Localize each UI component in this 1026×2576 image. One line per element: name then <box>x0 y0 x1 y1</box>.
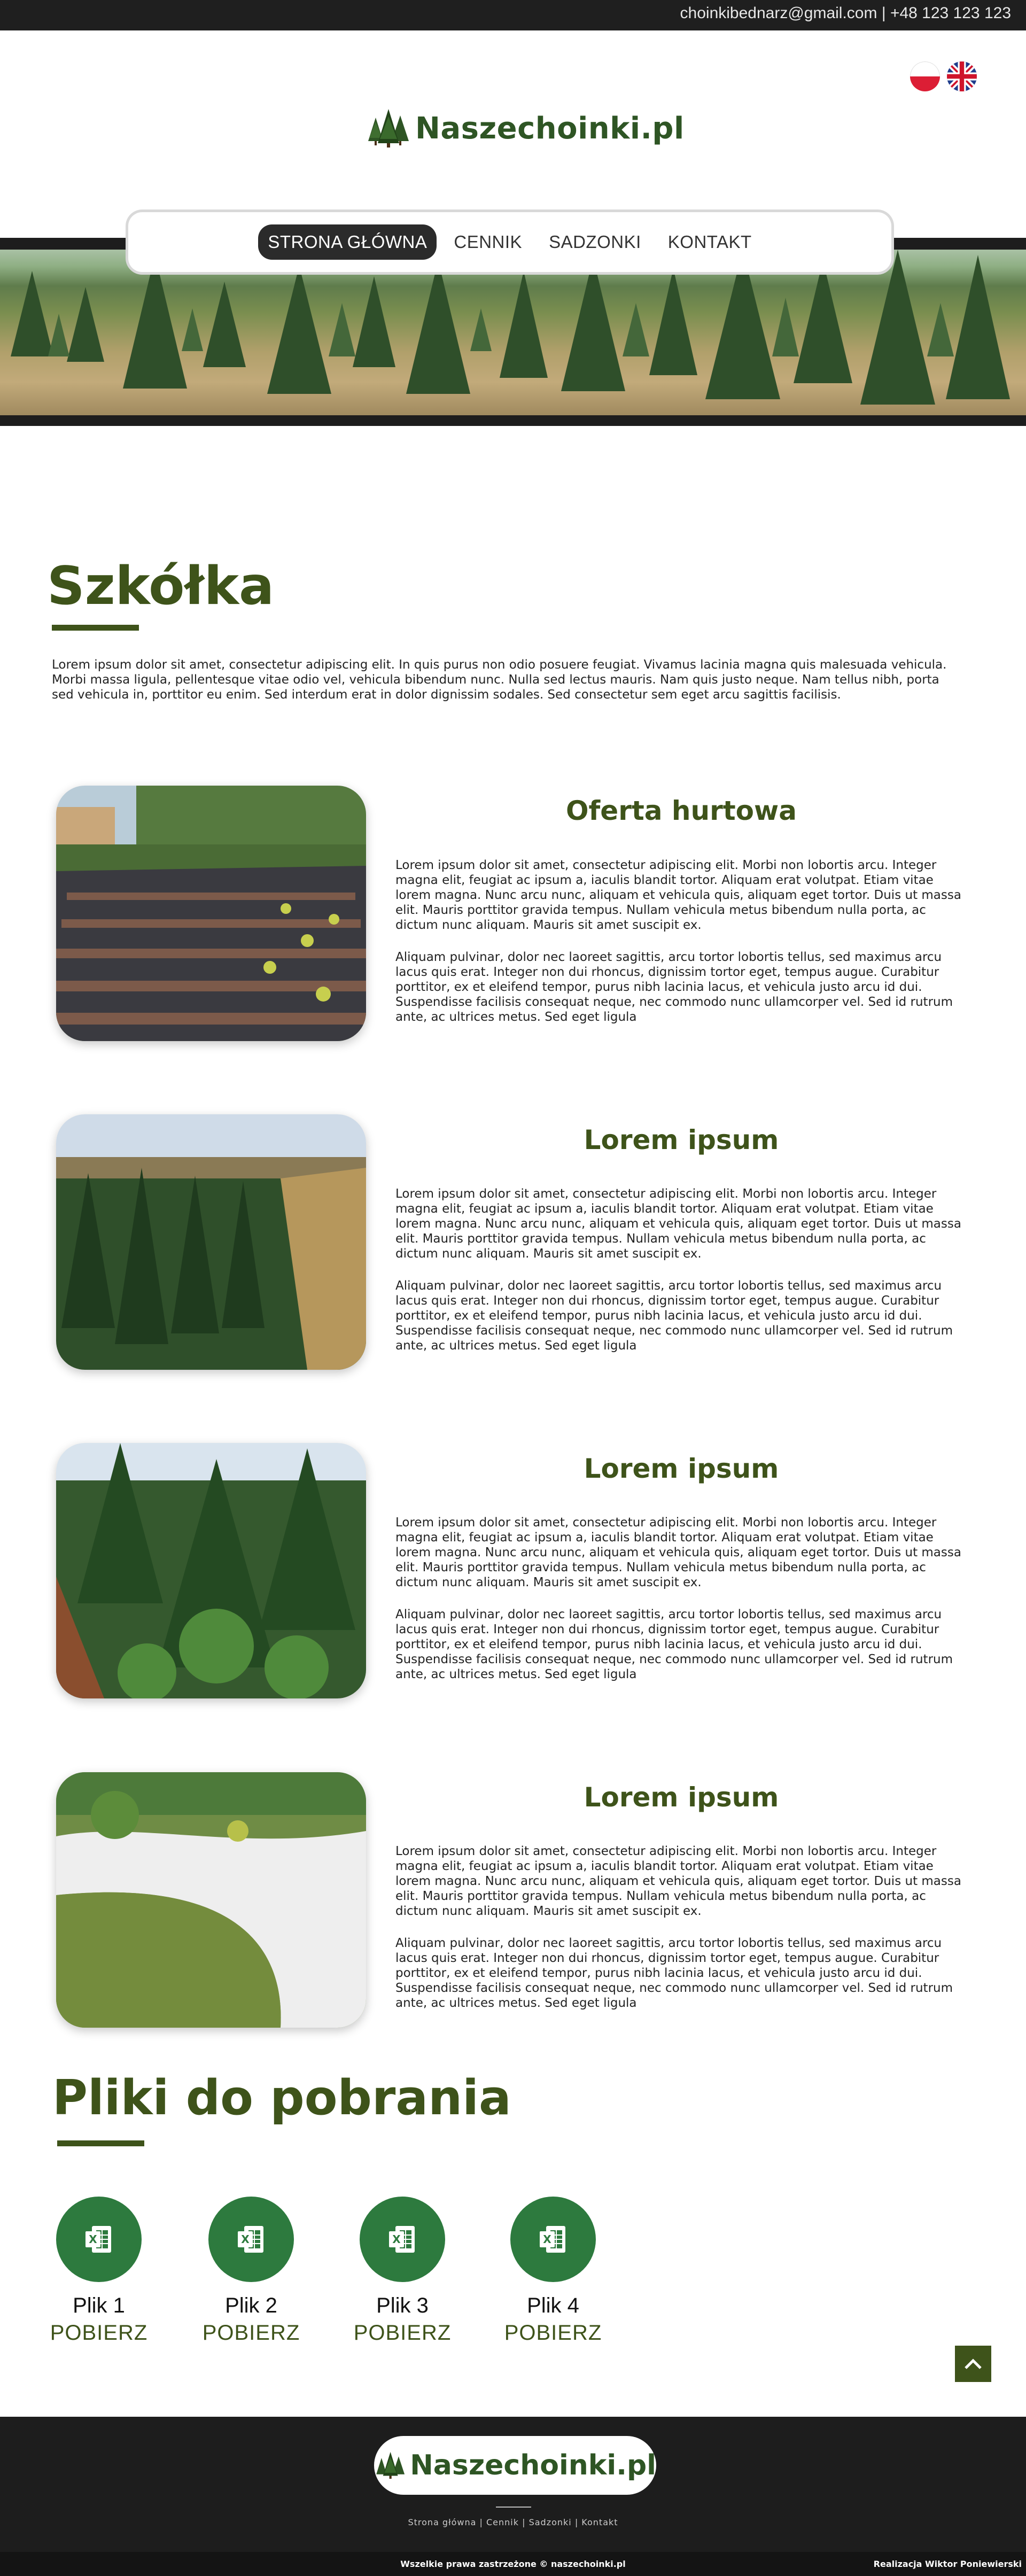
chevron-up-icon <box>965 2358 982 2369</box>
footer-link-separator: | <box>476 2517 486 2527</box>
site-logo[interactable]: Naszechoinki.pl <box>365 107 685 150</box>
brand-name: Naszechoinki.pl <box>415 111 685 146</box>
svg-text:X: X <box>392 2233 401 2246</box>
footer-link-cennik[interactable]: Cennik <box>486 2517 519 2527</box>
nav-item-cennik[interactable]: CENNIK <box>444 224 532 260</box>
footer-link-strona-glowna[interactable]: Strona główna <box>408 2517 476 2527</box>
card-text-4b: Aliquam pulvinar, dolor nec laoreet sagi… <box>395 1936 953 2010</box>
fir-rows-photo <box>56 1114 366 1370</box>
card-title-oferta-hurtowa: Oferta hurtowa <box>566 795 797 826</box>
excel-icon[interactable]: X <box>510 2197 596 2282</box>
excel-icon[interactable]: X <box>360 2197 445 2282</box>
card-text-2b: Aliquam pulvinar, dolor nec laoreet sagi… <box>395 1279 953 1353</box>
footer-brand-name: Naszechoinki.pl <box>410 2449 656 2481</box>
pine-trees-icon <box>368 109 409 148</box>
download-link[interactable]: POBIERZ <box>45 2321 152 2345</box>
excel-icon[interactable]: X <box>208 2197 294 2282</box>
footer-link-kontakt[interactable]: Kontakt <box>581 2517 618 2527</box>
wholesale-field-photo <box>56 786 366 1041</box>
polish-flag-icon[interactable] <box>910 61 940 91</box>
file-name: Plik 3 <box>376 2294 429 2317</box>
footer-link-sadzonki[interactable]: Sadzonki <box>529 2517 572 2527</box>
scroll-to-top-button[interactable] <box>955 2346 991 2382</box>
card-text-1a: Lorem ipsum dolor sit amet, consectetur … <box>395 858 961 932</box>
download-file-3: X Plik 3 POBIERZ <box>349 2197 456 2345</box>
footer-link-separator: | <box>519 2517 529 2527</box>
section-title-szkolka: Szkółka <box>47 556 275 617</box>
fir-trees-closeup-photo <box>56 1443 366 1698</box>
credit-text: Realizacja Wiktor Poniewierski <box>873 2559 1022 2569</box>
uk-flag-icon[interactable] <box>947 61 977 91</box>
download-link[interactable]: POBIERZ <box>349 2321 456 2345</box>
footer-links: Strona główna | Cennik | Sadzonki | Kont… <box>0 2517 1026 2527</box>
card-text-4a: Lorem ipsum dolor sit amet, consectetur … <box>395 1844 961 1918</box>
excel-icon[interactable]: X <box>56 2197 142 2282</box>
download-file-2: X Plik 2 POBIERZ <box>198 2197 305 2345</box>
footer-logo[interactable]: Naszechoinki.pl <box>374 2436 656 2495</box>
file-name: Plik 1 <box>73 2294 125 2317</box>
nav-item-strona-glowna[interactable]: STRONA GŁÓWNA <box>258 224 437 260</box>
footer-divider <box>496 2507 531 2508</box>
garden-landscaping-photo <box>56 1772 366 2028</box>
card-title-2: Lorem ipsum <box>584 1124 779 1155</box>
title-underline <box>57 2140 144 2146</box>
nav-item-sadzonki[interactable]: SADZONKI <box>539 224 651 260</box>
download-link[interactable]: POBIERZ <box>198 2321 305 2345</box>
footer-link-separator: | <box>571 2517 582 2527</box>
card-title-3: Lorem ipsum <box>584 1453 779 1484</box>
file-name: Plik 2 <box>225 2294 277 2317</box>
title-underline <box>52 625 139 631</box>
szkolka-intro-text: Lorem ipsum dolor sit amet, consectetur … <box>52 658 947 702</box>
card-text-1b: Aliquam pulvinar, dolor nec laoreet sagi… <box>395 950 953 1024</box>
copyright-text: Wszelkie prawa zastrzeżone © naszechoink… <box>400 2559 626 2569</box>
card-text-2a: Lorem ipsum dolor sit amet, consectetur … <box>395 1187 961 1261</box>
card-text-3a: Lorem ipsum dolor sit amet, consectetur … <box>395 1516 961 1589</box>
download-file-1: X Plik 1 POBIERZ <box>45 2197 152 2345</box>
pine-trees-icon <box>376 2451 405 2479</box>
download-file-4: X Plik 4 POBIERZ <box>500 2197 607 2345</box>
tree-plantation-photo <box>0 250 1026 415</box>
svg-text:X: X <box>241 2233 250 2246</box>
card-text-3b: Aliquam pulvinar, dolor nec laoreet sagi… <box>395 1608 953 1681</box>
file-name: Plik 4 <box>527 2294 579 2317</box>
card-title-4: Lorem ipsum <box>584 1782 779 1813</box>
main-navigation: STRONA GŁÓWNA CENNIK SADZONKI KONTAKT <box>128 212 891 272</box>
contact-info[interactable]: choinkibednarz@gmail.com | +48 123 123 1… <box>680 4 1011 22</box>
section-title-downloads: Pliki do pobrania <box>52 2070 511 2126</box>
download-link[interactable]: POBIERZ <box>500 2321 607 2345</box>
svg-text:X: X <box>89 2233 97 2246</box>
svg-text:X: X <box>543 2233 551 2246</box>
top-contact-bar: choinkibednarz@gmail.com | +48 123 123 1… <box>0 0 1026 30</box>
nav-item-kontakt[interactable]: KONTAKT <box>658 224 761 260</box>
